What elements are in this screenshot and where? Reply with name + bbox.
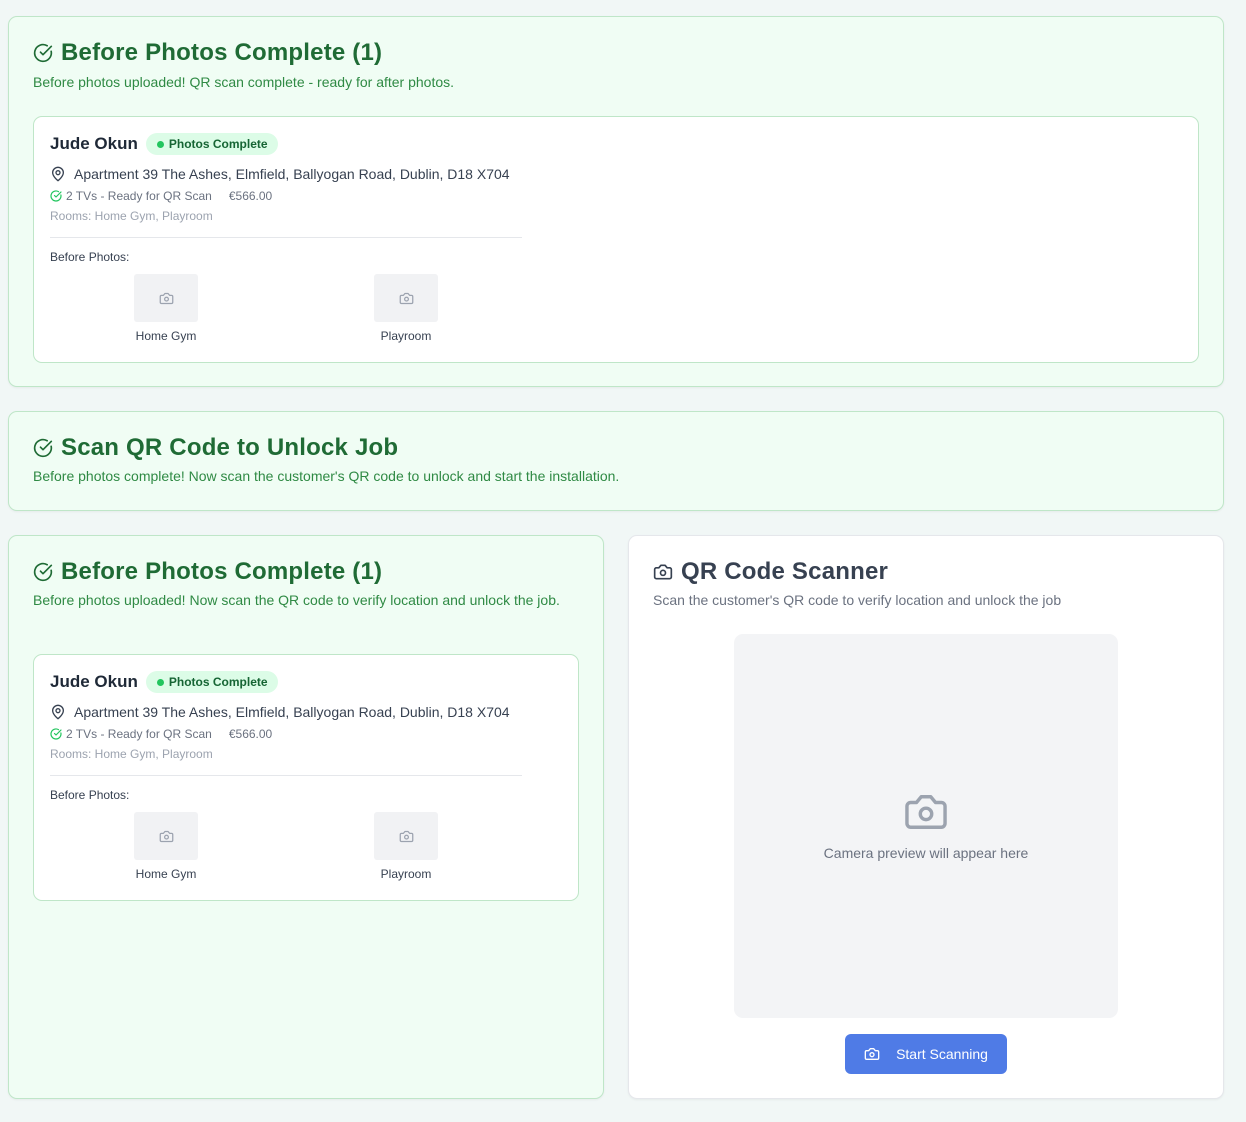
section-subtitle: Before photos complete! Now scan the cus… <box>33 468 620 484</box>
camera-icon <box>864 1048 880 1060</box>
section-title: Before Photos Complete (1) <box>61 558 383 585</box>
section-header: Scan QR Code to Unlock Job <box>33 434 398 462</box>
job-price: €566.00 <box>228 189 273 203</box>
check-circle-icon <box>33 438 53 458</box>
status-badge-label: Photos Complete <box>168 137 268 151</box>
check-circle-icon <box>50 190 62 202</box>
customer-name: Jude Okun <box>50 134 138 153</box>
customer-name: Jude Okun <box>50 672 138 691</box>
section-header: Before Photos Complete (1) <box>33 39 382 67</box>
section-header: QR Code Scanner <box>653 558 888 586</box>
camera-icon <box>653 564 673 580</box>
photo-thumbnail-playroom[interactable] <box>374 812 438 860</box>
photo-thumbnail-home-gym[interactable] <box>134 812 198 860</box>
camera-icon <box>399 830 413 842</box>
map-pin-icon <box>52 166 64 182</box>
photo-thumbnail-playroom[interactable] <box>374 274 438 322</box>
before-photos-complete-card: Before Photos Complete (1) Before photos… <box>8 16 1224 387</box>
job-address: Apartment 39 The Ashes, Elmfield, Ballyo… <box>74 704 510 720</box>
photo-label-home-gym: Home Gym <box>135 329 197 343</box>
tv-status: 2 TVs - Ready for QR Scan <box>66 727 212 741</box>
before-photos-label: Before Photos: <box>50 788 130 802</box>
rooms-list: Rooms: Home Gym, Playroom <box>50 747 213 761</box>
section-title: Before Photos Complete (1) <box>61 39 383 66</box>
camera-icon <box>159 830 173 842</box>
before-photos-label: Before Photos: <box>50 250 130 264</box>
camera-preview: Camera preview will appear here <box>734 634 1118 1018</box>
photo-label-playroom: Playroom <box>380 867 432 881</box>
divider <box>50 775 522 776</box>
section-subtitle: Before photos uploaded! Now scan the QR … <box>33 592 560 608</box>
section-title: Scan QR Code to Unlock Job <box>61 434 399 461</box>
rooms-list: Rooms: Home Gym, Playroom <box>50 209 213 223</box>
job-card[interactable]: Jude Okun Photos Complete Apartment 39 T… <box>33 654 579 901</box>
section-header: Before Photos Complete (1) <box>33 558 382 586</box>
status-dot <box>156 678 164 686</box>
map-pin-icon <box>52 704 64 720</box>
photo-label-playroom: Playroom <box>380 329 432 343</box>
camera-icon <box>399 292 413 304</box>
divider <box>50 237 522 238</box>
job-card[interactable]: Jude Okun Photos Complete Apartment 39 T… <box>33 116 1199 363</box>
start-scanning-button[interactable]: Start Scanning <box>845 1034 1007 1074</box>
status-badge-label: Photos Complete <box>168 675 268 689</box>
before-photos-complete-card: Before Photos Complete (1) Before photos… <box>8 535 604 1099</box>
job-address: Apartment 39 The Ashes, Elmfield, Ballyo… <box>74 166 510 182</box>
scan-qr-banner: Scan QR Code to Unlock Job Before photos… <box>8 411 1224 511</box>
section-subtitle: Scan the customer's QR code to verify lo… <box>653 592 1062 608</box>
camera-icon <box>159 292 173 304</box>
camera-preview-text: Camera preview will appear here <box>823 845 1029 861</box>
camera-icon <box>905 795 947 829</box>
qr-scanner-card: QR Code Scanner Scan the customer's QR c… <box>628 535 1224 1099</box>
photo-label-home-gym: Home Gym <box>135 867 197 881</box>
status-dot <box>156 140 164 148</box>
check-circle-icon <box>33 562 53 582</box>
section-subtitle: Before photos uploaded! QR scan complete… <box>33 74 455 90</box>
status-badge: Photos Complete <box>145 133 278 155</box>
section-title: QR Code Scanner <box>681 558 889 585</box>
tv-status: 2 TVs - Ready for QR Scan <box>66 189 212 203</box>
photo-thumbnail-home-gym[interactable] <box>134 274 198 322</box>
status-badge: Photos Complete <box>145 671 278 693</box>
check-circle-icon <box>33 43 53 63</box>
start-scanning-label: Start Scanning <box>896 1046 988 1062</box>
job-price: €566.00 <box>228 727 273 741</box>
check-circle-icon <box>50 728 62 740</box>
